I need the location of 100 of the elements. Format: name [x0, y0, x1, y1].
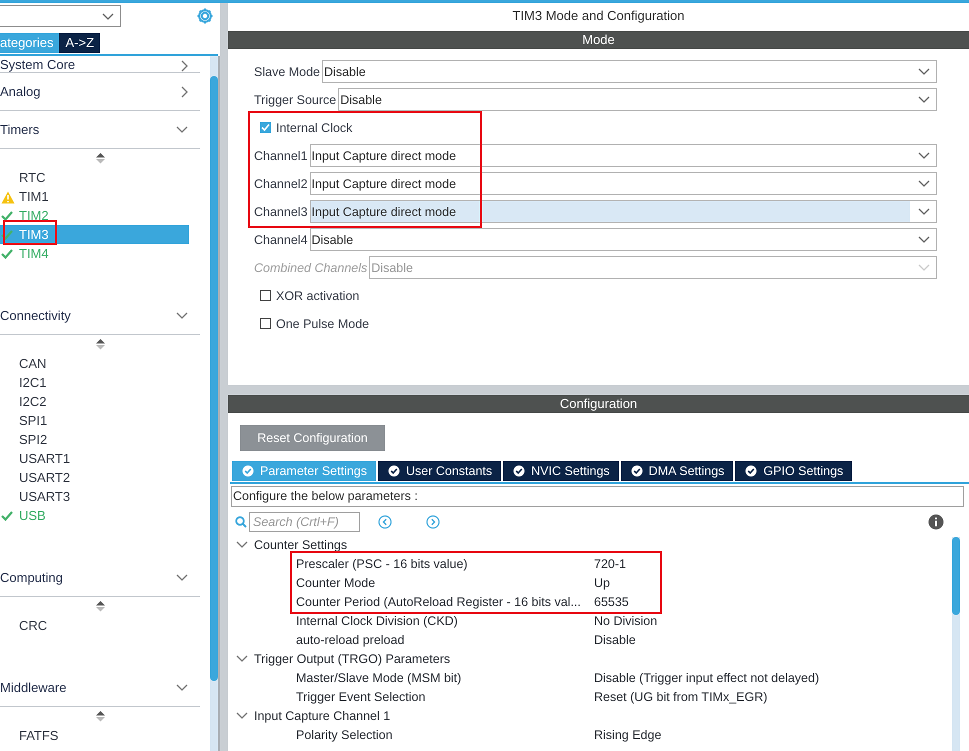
category-header[interactable]: Connectivity [0, 297, 200, 335]
sidebar-item[interactable]: CAN [0, 354, 189, 373]
parameter-name: auto-reload preload [296, 632, 406, 646]
dropdown-field[interactable]: Input Capture direct mode [310, 200, 937, 223]
chevron-down-icon [176, 126, 188, 133]
scrollbar-thumb[interactable] [210, 76, 218, 681]
check-icon [1, 229, 13, 240]
chevron-down-icon [918, 152, 930, 159]
chevron-down-icon [918, 264, 930, 271]
parameter-name: Counter Mode [296, 576, 376, 590]
tree-group[interactable]: Counter Settings [228, 535, 949, 554]
check-icon [1, 210, 13, 221]
sort-icon [96, 339, 104, 350]
chevron-right-icon [181, 86, 188, 98]
sidebar-item[interactable]: TIM1 [0, 187, 189, 206]
check-icon [1, 248, 13, 259]
tab[interactable]: User Constants [378, 461, 502, 481]
sidebar-item[interactable]: I2C1 [0, 373, 189, 392]
chevron-down-icon [918, 236, 930, 243]
chevron-down-icon [918, 68, 930, 75]
tab[interactable]: GPIO Settings [735, 461, 852, 481]
category-header[interactable]: Computing [0, 559, 200, 597]
parameter-value[interactable]: 65535 [594, 594, 629, 608]
parameter-name: Master/Slave Mode (MSM bit) [296, 670, 462, 684]
parameter-value[interactable]: Reset (UG bit from TIMx_EGR) [594, 690, 768, 704]
dropdown-field[interactable]: Disable [310, 228, 937, 251]
parameter-name: Polarity Selection [296, 728, 394, 742]
sidebar-item[interactable]: FATFS [0, 726, 189, 745]
check-circle-icon [242, 465, 254, 477]
settings-icon[interactable] [196, 7, 214, 25]
chevron-down-icon [176, 312, 188, 319]
sort-icon [96, 711, 104, 722]
parameter-value[interactable]: No Division [594, 614, 658, 628]
section-header: Mode [228, 31, 969, 49]
chevron-down-icon [102, 12, 114, 20]
sort-icon [96, 153, 104, 164]
dropdown-field[interactable]: Disable [338, 88, 937, 111]
parameter-name: Trigger Event Selection [296, 690, 426, 704]
sidebar-item[interactable]: SPI2 [0, 430, 189, 449]
dropdown-field[interactable]: Input Capture direct mode [310, 172, 937, 195]
previous-icon[interactable] [378, 515, 392, 529]
search-icon [235, 516, 247, 528]
description-text: Configure the below parameters : [231, 486, 964, 507]
field-label: Channel2 [254, 176, 308, 190]
parameter-name: Prescaler (PSC - 16 bits value) [296, 556, 469, 570]
dropdown-field[interactable]: Disable [322, 60, 937, 83]
parameter-value[interactable]: Disable (Trigger input effect not delayed) [594, 670, 820, 684]
sort-icon [96, 601, 104, 612]
sidebar-item[interactable]: CRC [0, 616, 189, 635]
chevron-down-icon [918, 96, 930, 103]
parameter-value[interactable]: Rising Edge [594, 728, 662, 742]
field-label: Trigger Source [254, 92, 336, 106]
dropdown-field[interactable] [0, 5, 121, 27]
field-label: Slave Mode [254, 64, 320, 78]
checkbox[interactable]: XOR activation [254, 284, 360, 307]
sidebar-item[interactable]: USART3 [0, 487, 189, 506]
next-icon[interactable] [426, 515, 440, 529]
search-field[interactable]: Search (Crtl+F) [249, 512, 360, 532]
sidebar-item[interactable]: I2C2 [0, 392, 189, 411]
field-label: Channel1 [254, 148, 308, 162]
check-circle-icon [388, 465, 400, 477]
sidebar-item[interactable]: RTC [0, 168, 189, 187]
tab[interactable]: DMA Settings [620, 461, 734, 481]
chevron-down-icon [918, 208, 930, 215]
check-circle-icon [630, 465, 643, 477]
parameter-value[interactable]: Up [594, 576, 610, 590]
parameter-value[interactable]: 720-1 [594, 556, 626, 570]
parameter-name: Internal Clock Division (CKD) [296, 614, 459, 628]
category-header[interactable]: System Core [0, 56, 200, 73]
parameter-value[interactable]: Disable [594, 632, 636, 646]
tab[interactable]: NVIC Settings [503, 461, 619, 481]
checkbox[interactable]: Internal Clock [254, 116, 352, 139]
chevron-down-icon [236, 655, 248, 662]
category-header[interactable]: Timers [0, 111, 200, 149]
field-label: Channel4 [254, 232, 308, 246]
sidebar-item[interactable]: USART1 [0, 449, 189, 468]
check-icon [261, 123, 270, 132]
check-circle-icon [513, 465, 526, 477]
sidebar-item[interactable]: USART2 [0, 468, 189, 487]
tree-group[interactable]: Input Capture Channel 1 [228, 706, 949, 725]
tab[interactable]: A->Z [59, 33, 100, 53]
field-label: Combined Channels [254, 260, 368, 274]
category-header[interactable]: Middleware [0, 669, 200, 707]
checkbox[interactable]: One Pulse Mode [254, 312, 370, 335]
chevron-down-icon [236, 712, 248, 719]
chevron-down-icon [236, 541, 248, 548]
tree-group[interactable]: Trigger Output (TRGO) Parameters [228, 649, 949, 668]
window-title: TIM3 Mode and Configuration [512, 7, 686, 25]
sidebar-item[interactable]: SPI1 [0, 411, 189, 430]
check-icon [1, 510, 13, 521]
section-header: Configuration [228, 395, 969, 413]
check-circle-icon [745, 465, 758, 477]
info-icon[interactable] [928, 514, 944, 530]
category-header[interactable]: Analog [0, 73, 200, 111]
parameter-name: Counter Period (AutoReload Register - 16 bits val... [296, 594, 582, 608]
scrollbar-thumb[interactable] [952, 537, 960, 615]
chevron-down-icon [176, 574, 188, 581]
dropdown-field[interactable]: Input Capture direct mode [310, 144, 937, 167]
chevron-down-icon [918, 180, 930, 187]
chevron-right-icon [181, 60, 188, 72]
